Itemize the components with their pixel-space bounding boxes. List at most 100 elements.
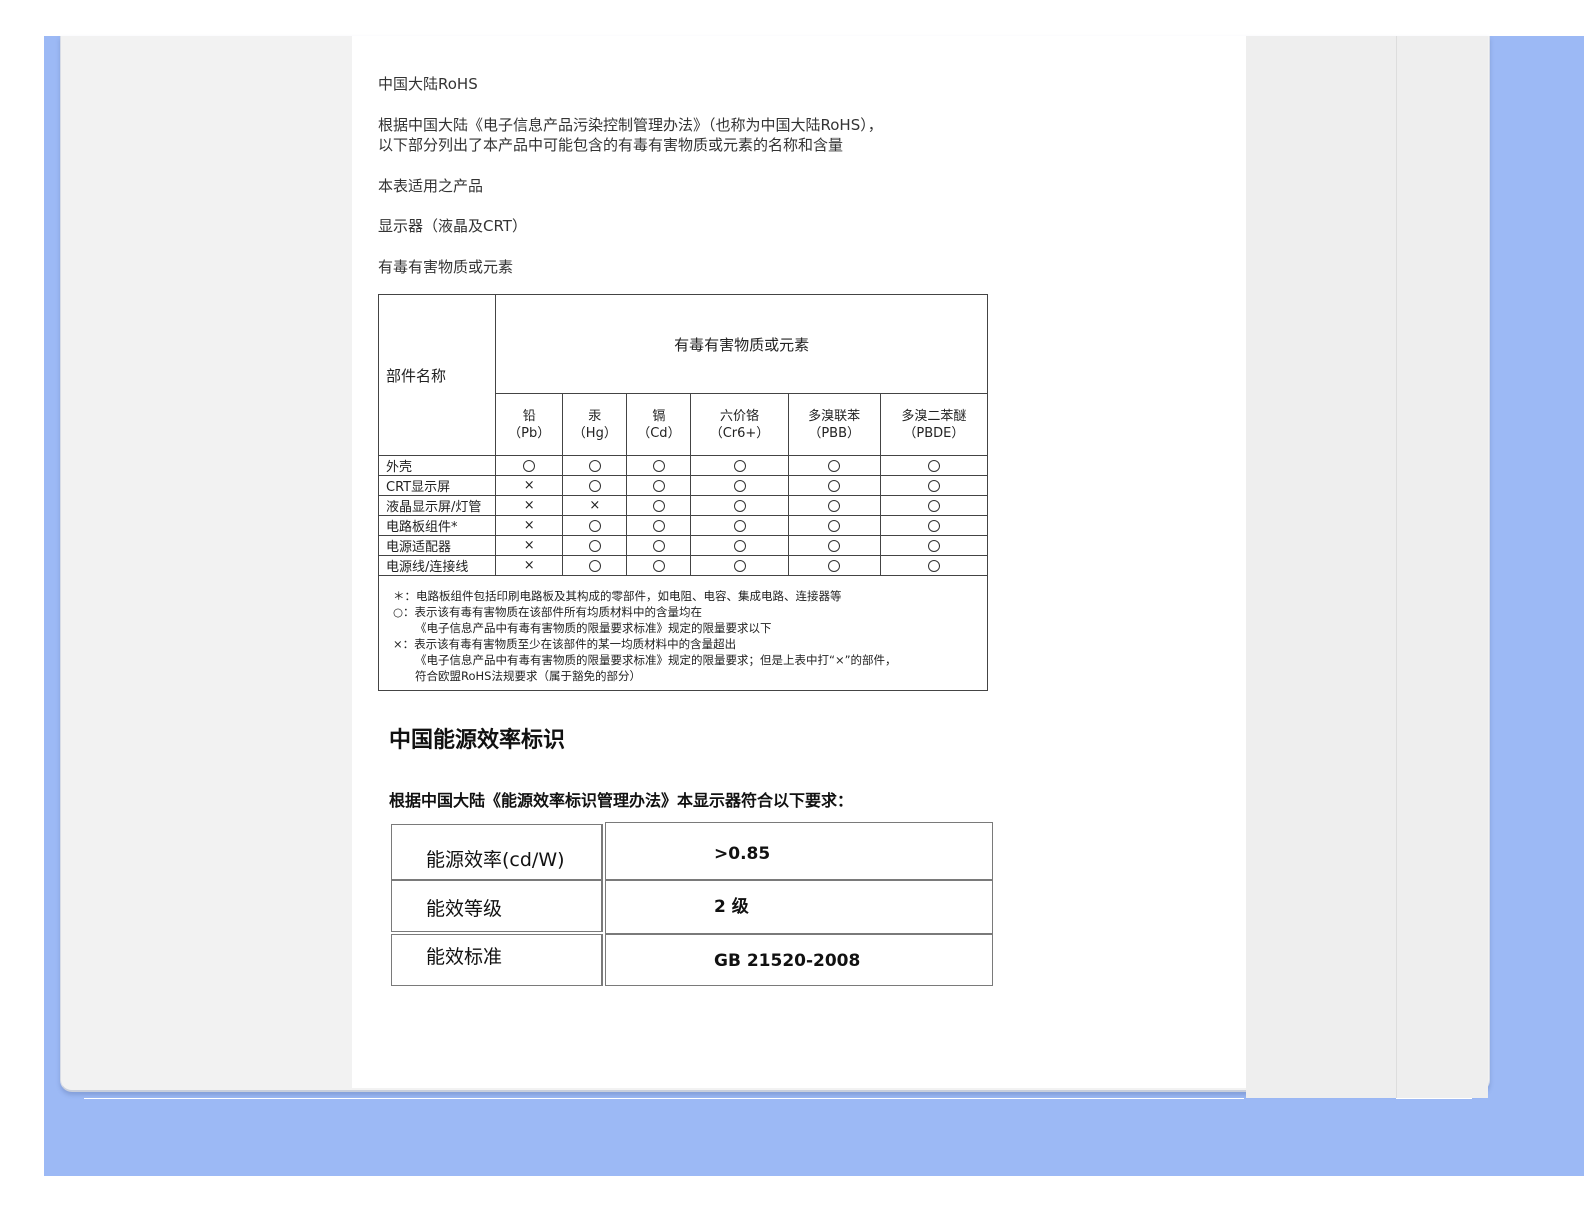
circle-icon: [733, 499, 746, 512]
table-row: 电源适配器 ×: [377, 535, 989, 556]
circle-icon: [652, 519, 665, 532]
circle-icon: [588, 459, 601, 472]
substance-symbol: （Cr6+）: [709, 425, 770, 441]
part-name-cell: 液晶显示屏/灯管: [377, 495, 497, 516]
circle-icon: [828, 459, 841, 472]
circle-icon: [588, 479, 601, 492]
circle-icon: [828, 499, 841, 512]
compliant-circle-mark: [495, 455, 564, 476]
compliant-circle-mark: [626, 555, 692, 576]
energy-row-value: GB 21520-2008: [605, 934, 993, 986]
circle-icon: [733, 459, 746, 472]
energy-row-label: 能效等级: [391, 880, 603, 932]
exceeds-cross-mark: ×: [495, 555, 564, 576]
exceeds-cross-mark: ×: [495, 475, 564, 496]
table-notes: ＊：电路板组件包括印刷电路板及其构成的零部件，如电阻、电容、集成电路、连接器等 …: [378, 575, 988, 691]
energy-row-value: >0.85: [605, 822, 993, 880]
circle-icon: [828, 479, 841, 492]
table-row: 液晶显示屏/灯管 × ×: [377, 495, 989, 516]
circle-icon: [652, 459, 665, 472]
energy-efficiency-table: 能源效率(cd/W) >0.85 能效等级 2 级 能效标准 GB 21520-…: [391, 822, 993, 986]
window-bottom-edge: [84, 1098, 1244, 1099]
cross-icon: ×: [523, 557, 535, 573]
compliant-circle-mark: [562, 535, 628, 556]
circle-icon: [828, 519, 841, 532]
circle-icon: [927, 479, 940, 492]
circle-icon: [927, 499, 940, 512]
exceeds-cross-mark: ×: [495, 535, 564, 556]
compliant-circle-mark: [879, 475, 989, 496]
table-row: 电源线/连接线 ×: [377, 555, 989, 576]
compliant-circle-mark: [879, 555, 989, 576]
substance-name: 镉: [652, 408, 666, 424]
substance-name: 六价铬: [720, 408, 760, 424]
rohs-heading: 中国大陆RoHS: [378, 75, 478, 93]
circle-icon: [927, 559, 940, 572]
circle-icon: [652, 539, 665, 552]
part-name-cell: 电路板组件*: [377, 515, 497, 536]
part-name-cell: 电源适配器: [377, 535, 497, 556]
substance-symbol: （Hg）: [572, 425, 617, 441]
energy-label-subtitle: 根据中国大陆《能源效率标识管理办法》本显示器符合以下要求：: [389, 791, 854, 810]
compliant-circle-mark: [787, 455, 881, 476]
substance-name: 多溴联苯: [808, 408, 861, 424]
compliant-circle-mark: [879, 495, 989, 516]
circle-icon: [733, 539, 746, 552]
note-cross: ×：表示该有毒有害物质至少在该部件的某一均质材料中的含量超出: [393, 637, 737, 651]
note-circle: ○：表示该有毒有害物质在该部件所有均质材料中的含量均在: [393, 605, 703, 619]
circle-icon: [652, 559, 665, 572]
substance-symbol: （Pb）: [508, 425, 551, 441]
substance-column-header: 镉（Cd）: [626, 393, 692, 456]
substance-symbol: （PBB）: [808, 425, 860, 441]
note-circle-standard: 《电子信息产品中有毒有害物质的限量要求标准》规定的限量要求以下: [415, 621, 772, 635]
exceeds-cross-mark: ×: [562, 495, 628, 516]
note-asterisk: ＊：电路板组件包括印刷电路板及其构成的零部件，如电阻、电容、集成电路、连接器等: [393, 589, 842, 603]
circle-icon: [652, 499, 665, 512]
part-name-cell: 外壳: [377, 455, 497, 476]
cross-icon: ×: [523, 517, 535, 533]
circle-icon: [927, 459, 940, 472]
circle-icon: [523, 459, 536, 472]
circle-icon: [733, 479, 746, 492]
compliant-circle-mark: [626, 475, 692, 496]
compliant-circle-mark: [626, 535, 692, 556]
compliant-circle-mark: [690, 555, 789, 576]
circle-icon: [828, 559, 841, 572]
substance-symbol: （PBDE）: [903, 425, 965, 441]
compliant-circle-mark: [879, 515, 989, 536]
window-bottom-edge-right: [1396, 1098, 1472, 1099]
exceeds-cross-mark: ×: [495, 515, 564, 536]
compliant-circle-mark: [562, 555, 628, 576]
part-name-cell: CRT显示屏: [377, 475, 497, 496]
circle-icon: [588, 539, 601, 552]
energy-row-value: 2 级: [605, 880, 993, 934]
compliant-circle-mark: [787, 495, 881, 516]
circle-icon: [588, 519, 601, 532]
compliant-circle-mark: [562, 475, 628, 496]
compliant-circle-mark: [626, 455, 692, 476]
substance-column-header: 铅（Pb）: [495, 393, 564, 456]
energy-row-label: 能源效率(cd/W): [391, 824, 603, 880]
cross-icon: ×: [523, 537, 535, 553]
compliant-circle-mark: [562, 515, 628, 536]
circle-icon: [927, 519, 940, 532]
compliant-circle-mark: [626, 515, 692, 536]
compliant-circle-mark: [690, 515, 789, 536]
compliant-circle-mark: [787, 555, 881, 576]
cross-icon: ×: [523, 497, 535, 513]
compliant-circle-mark: [690, 475, 789, 496]
compliant-circle-mark: [787, 475, 881, 496]
intro-line-1: 根据中国大陆《电子信息产品污染控制管理办法》（也称为中国大陆RoHS），: [378, 116, 883, 134]
note-cross-standard: 《电子信息产品中有毒有害物质的限量要求标准》规定的限量要求；但是上表中打“×”的…: [415, 653, 897, 667]
exceeds-cross-mark: ×: [495, 495, 564, 516]
circle-icon: [828, 539, 841, 552]
cross-icon: ×: [523, 477, 535, 493]
compliant-circle-mark: [562, 455, 628, 476]
document-page: 中国大陆RoHS 根据中国大陆《电子信息产品污染控制管理办法》（也称为中国大陆R…: [352, 36, 1246, 1088]
intro-line-2: 以下部分列出了本产品中可能包含的有毒有害物质或元素的名称和含量: [378, 136, 844, 154]
compliant-circle-mark: [787, 515, 881, 536]
circle-icon: [652, 479, 665, 492]
note-cross-exemption: 符合欧盟RoHS法规要求（属于豁免的部分）: [415, 669, 641, 683]
substance-column-header: 多溴联苯 （PBB）: [787, 393, 881, 456]
circle-icon: [733, 559, 746, 572]
